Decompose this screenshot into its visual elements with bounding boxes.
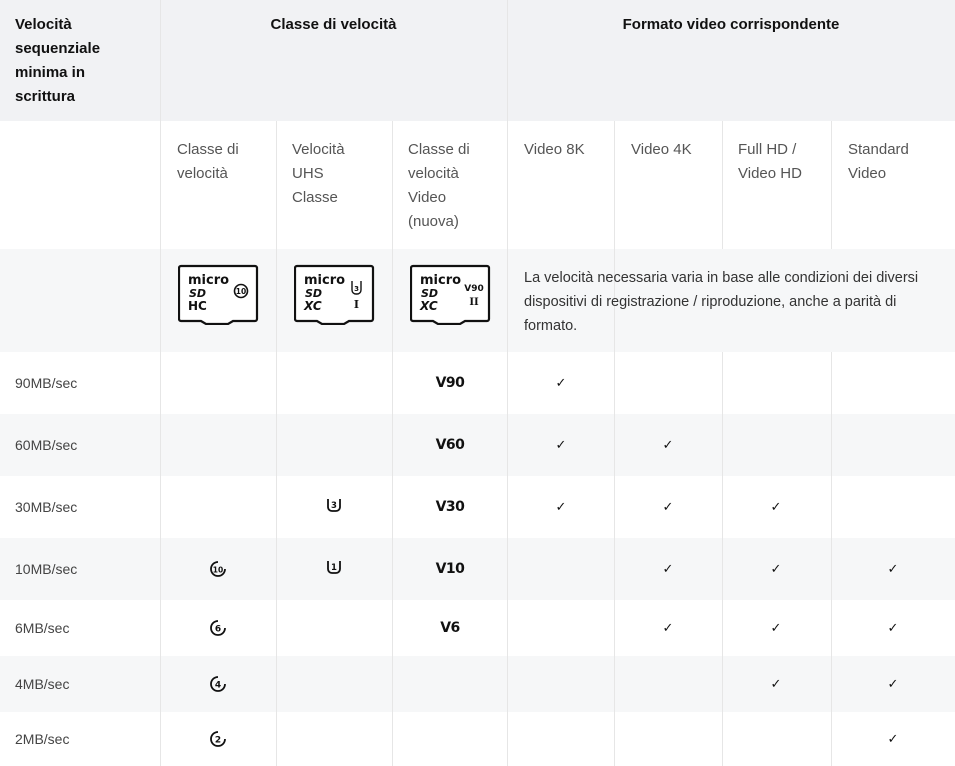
check-icon: ✓ (770, 676, 782, 691)
subheader-standard-video: Standard Video (848, 141, 909, 182)
svg-text:micro: micro (188, 273, 229, 288)
speed-class-table: Velocità sequenziale minima in scrittura… (0, 0, 955, 766)
column-divider (276, 121, 277, 766)
check-icon: ✓ (555, 437, 567, 452)
svg-text:micro: micro (420, 273, 461, 288)
column-divider (831, 121, 832, 249)
check-icon: ✓ (662, 561, 674, 576)
video-speed-class-badge: V6 (440, 620, 460, 636)
svg-text:II: II (469, 297, 479, 308)
check-icon: ✓ (770, 561, 782, 576)
check-icon: ✓ (887, 620, 899, 635)
column-divider (507, 0, 508, 766)
column-divider (614, 352, 615, 766)
subheader-uhs-speed-class: Velocità UHS Classe (292, 141, 345, 206)
svg-text:XC: XC (419, 299, 438, 313)
svg-text:micro: micro (304, 273, 345, 288)
microsdxc-uhs-card-logo: micro SD XC 3 I (294, 264, 375, 325)
row-speed-label: 4MB/sec (15, 676, 70, 692)
column-divider (831, 352, 832, 766)
check-icon: ✓ (555, 499, 567, 514)
check-icon: ✓ (662, 437, 674, 452)
header-min-write-speed: Velocità sequenziale minima in scrittura (15, 16, 101, 105)
check-icon: ✓ (555, 375, 567, 390)
row-speed-label: 6MB/sec (15, 620, 70, 636)
video-speed-class-badge: V10 (435, 561, 465, 577)
microsdhc-class10-card-logo: micro SD HC 10 (178, 264, 259, 325)
row-speed-label: 90MB/sec (15, 375, 78, 391)
column-divider (392, 121, 393, 766)
svg-text:V90: V90 (464, 284, 484, 294)
svg-text:3: 3 (331, 501, 337, 511)
video-speed-class-badge: V90 (435, 375, 465, 391)
check-icon: ✓ (770, 620, 782, 635)
svg-text:I: I (354, 298, 359, 311)
check-icon: ✓ (662, 620, 674, 635)
check-icon: ✓ (887, 561, 899, 576)
svg-text:2: 2 (215, 736, 221, 746)
uhs-speed-class-badge: 1 (326, 559, 342, 578)
svg-text:XC: XC (303, 299, 322, 313)
header-speed-class-group: Classe di velocità (270, 16, 397, 33)
column-divider (722, 352, 723, 766)
speed-class-badge: 6 (209, 619, 227, 640)
check-icon: ✓ (887, 676, 899, 691)
check-icon: ✓ (770, 499, 782, 514)
video-speed-class-badge: V60 (435, 437, 465, 453)
speed-class-badge: 4 (209, 675, 227, 696)
subheader-speed-class: Classe di velocità (177, 141, 239, 182)
check-icon: ✓ (887, 731, 899, 746)
row-speed-label: 30MB/sec (15, 499, 78, 515)
speed-class-badge: 10 (209, 560, 227, 581)
check-icon: ✓ (662, 499, 674, 514)
row-speed-label: 2MB/sec (15, 731, 70, 747)
column-divider (160, 0, 161, 766)
subheader-video-8k: Video 8K (524, 141, 585, 158)
subheader-video-speed-class: Classe di velocità Video (nuova) (408, 141, 470, 230)
column-divider (722, 121, 723, 249)
row-speed-label: 60MB/sec (15, 437, 78, 453)
svg-text:6: 6 (215, 625, 221, 635)
subheader-full-hd: Full HD / Video HD (738, 141, 802, 182)
svg-text:4: 4 (215, 681, 221, 691)
header-video-format-group: Formato video corrispondente (622, 16, 840, 33)
uhs-speed-class-badge: 3 (326, 497, 342, 516)
microsdxc-video-card-logo: micro SD XC V90 II (410, 264, 491, 325)
speed-class-badge: 2 (209, 730, 227, 751)
svg-text:3: 3 (354, 285, 359, 293)
svg-text:10: 10 (213, 566, 223, 575)
svg-text:1: 1 (331, 563, 337, 573)
svg-text:HC: HC (188, 299, 207, 313)
video-speed-class-badge: V30 (435, 499, 465, 515)
svg-text:10: 10 (236, 287, 246, 296)
row-speed-label: 10MB/sec (15, 561, 78, 577)
subheader-video-4k: Video 4K (631, 141, 692, 158)
speed-note: La velocità necessaria varia in base all… (524, 270, 919, 334)
